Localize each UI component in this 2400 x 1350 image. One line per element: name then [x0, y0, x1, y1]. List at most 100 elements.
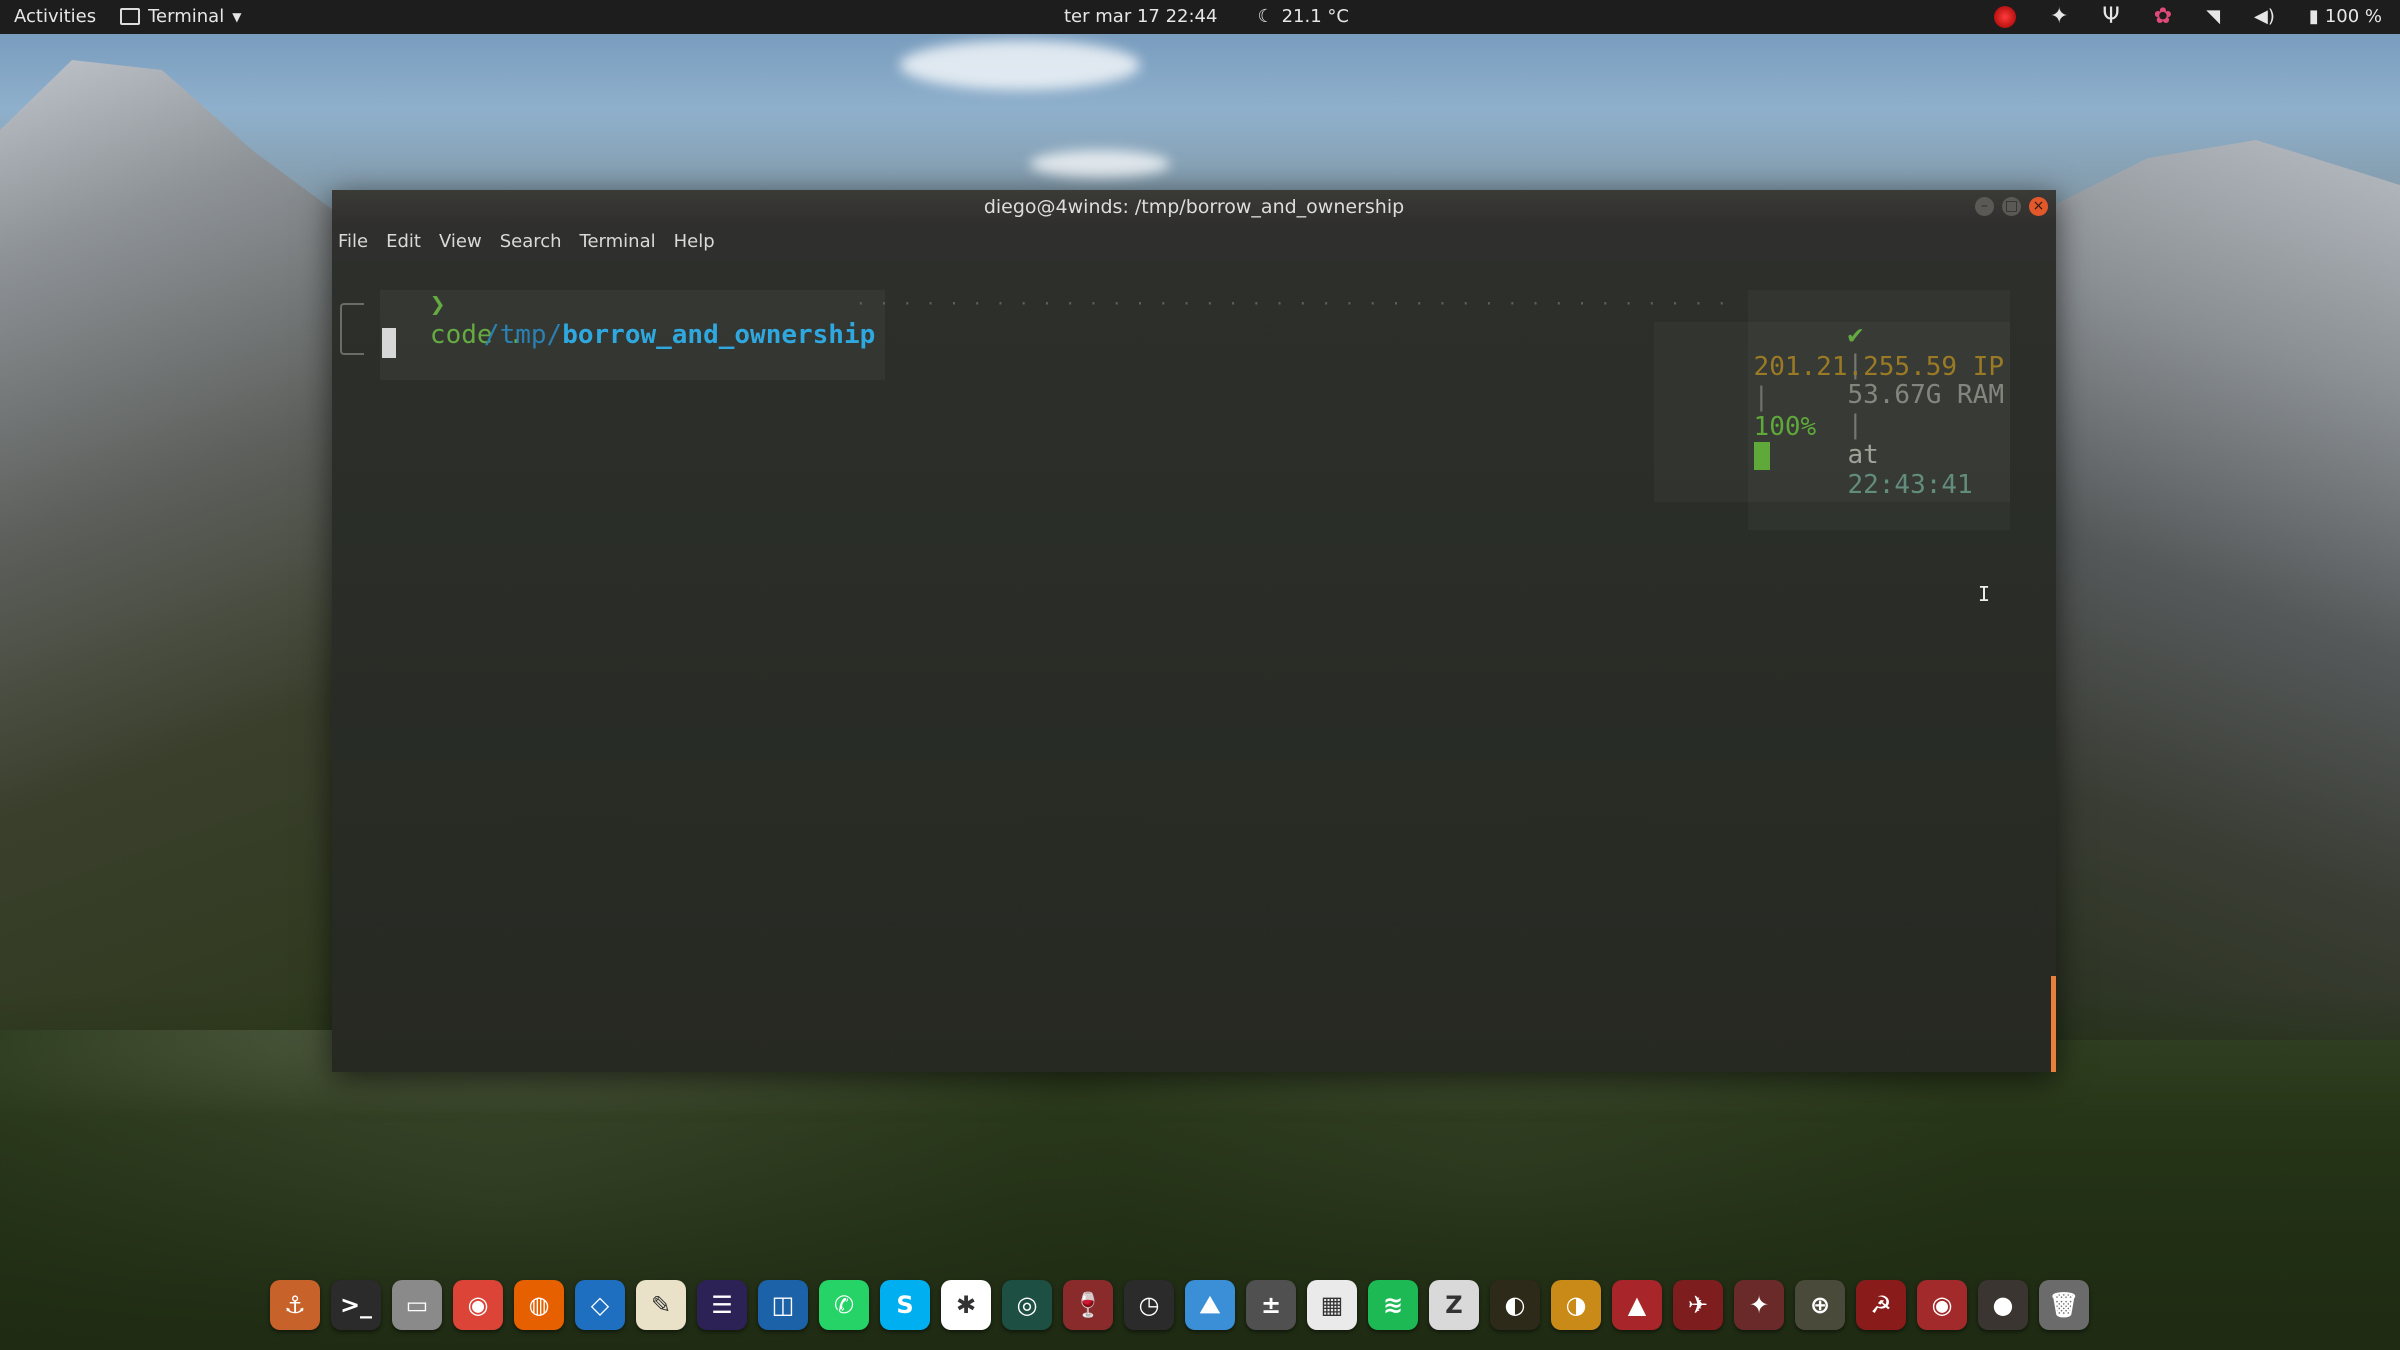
trash-icon[interactable]: 🗑: [2039, 1280, 2089, 1330]
skype-icon[interactable]: S: [880, 1280, 930, 1330]
app-menu-label: Terminal: [148, 6, 225, 27]
dock-glyph: ◷: [1138, 1291, 1160, 1319]
record-icon[interactable]: [1993, 5, 2016, 28]
dock-glyph: 🍷: [1073, 1291, 1103, 1319]
clock-icon[interactable]: ◷: [1124, 1280, 1174, 1330]
dock-glyph: ✎: [650, 1291, 672, 1319]
close-icon[interactable]: ×: [2029, 197, 2048, 216]
clock[interactable]: ter mar 17 22:44: [1064, 6, 1217, 27]
sphere-icon[interactable]: ●: [1978, 1280, 2028, 1330]
dock-glyph: Z: [1445, 1291, 1463, 1319]
globe-icon[interactable]: ◎: [1002, 1280, 1052, 1330]
dock-glyph: ◑: [1565, 1291, 1587, 1319]
battery-label: 100 %: [2324, 6, 2382, 27]
spotify-icon[interactable]: ≋: [1368, 1280, 1418, 1330]
battery-indicator[interactable]: ▮ 100 %: [2309, 6, 2382, 27]
top-bar: Activities Terminal ▼ ter mar 17 22:44 ☾…: [0, 0, 2400, 34]
dock-glyph: ▦: [1320, 1291, 1344, 1319]
dock-glyph: ±: [1260, 1291, 1282, 1319]
dock-glyph: ▭: [405, 1291, 429, 1319]
dropbox-icon[interactable]: ✦: [2050, 4, 2068, 29]
whatsapp-icon[interactable]: ✆: [819, 1280, 869, 1330]
wallpaper-cloud: [1030, 150, 1170, 178]
plane-icon[interactable]: ✈: [1673, 1280, 1723, 1330]
dock-glyph: ≋: [1382, 1291, 1404, 1319]
terminal-window: diego@4winds: /tmp/borrow_and_ownership …: [332, 190, 2056, 1072]
menu-search[interactable]: Search: [500, 224, 562, 260]
wallpaper-cloud: [900, 40, 1140, 90]
volume-icon[interactable]: ◀): [2254, 6, 2275, 27]
dock-glyph: ◉: [1931, 1291, 1953, 1319]
dock-glyph: S: [896, 1291, 914, 1319]
mouse-ibeam-cursor: I: [1978, 582, 1991, 606]
calculator-icon[interactable]: ±: [1246, 1280, 1296, 1330]
prompt-box-bottom: [340, 337, 364, 355]
terminal-small-icon: [120, 8, 141, 25]
dock-glyph: ◉: [467, 1291, 489, 1319]
trident-icon[interactable]: Ψ: [2102, 4, 2119, 29]
menu-terminal[interactable]: Terminal: [580, 224, 656, 260]
dock-glyph: ◍: [528, 1291, 550, 1319]
dragon-icon[interactable]: ◑: [1551, 1280, 1601, 1330]
text-editor-icon[interactable]: ✎: [636, 1280, 686, 1330]
monitor-icon[interactable]: ⛰: [1185, 1280, 1235, 1330]
menu-bar: File Edit View Search Terminal Help: [332, 224, 2056, 260]
slack-icon[interactable]: ✱: [941, 1280, 991, 1330]
dock-glyph: ☭: [1870, 1291, 1892, 1319]
menu-file[interactable]: File: [338, 224, 368, 260]
prompt-dots: · · · · · · · · · · · · · · · · · · · · …: [856, 294, 1729, 313]
dock-glyph: ⚓: [284, 1291, 306, 1319]
game-red-icon[interactable]: ▲: [1612, 1280, 1662, 1330]
eclipse-icon[interactable]: ☰: [697, 1280, 747, 1330]
terminal-area[interactable]: ❯ code . /tmp/borrow_and_ownership · · ·…: [332, 260, 2056, 1072]
dock: ⚓ >_ ▭ ◉ ◍ ◇ ✎ ☰ ◫ ✆ S ✱ ◎ 🍷 ◷ ⛰ ± ▦ ≋ Z ◐ ◑ ▲ ✈ ✦ ⊕ ☭ ◉ ● 🗑: [270, 1272, 2089, 1340]
dock-glyph: ✦: [1748, 1291, 1770, 1319]
window-titlebar[interactable]: diego@4winds: /tmp/borrow_and_ownership …: [332, 190, 2056, 224]
weather-label: 21.1 °C: [1281, 6, 1349, 27]
weather-indicator[interactable]: ☾ 21.1 °C: [1257, 6, 1349, 27]
zsnes-icon[interactable]: Z: [1429, 1280, 1479, 1330]
target-icon[interactable]: ◉: [1917, 1280, 1967, 1330]
window-title: diego@4winds: /tmp/borrow_and_ownership: [983, 196, 1405, 218]
dock-glyph: ⊕: [1809, 1291, 1831, 1319]
menu-edit[interactable]: Edit: [386, 224, 421, 260]
dock-glyph: ●: [1992, 1291, 2014, 1319]
caret-down-icon: ▼: [232, 9, 242, 24]
separator: |: [1753, 382, 1770, 412]
ip-label: 201.21.255.59 IP: [1753, 352, 2004, 382]
battery-icon: ▮: [2308, 6, 2319, 27]
apps-grid-icon[interactable]: ▦: [1307, 1280, 1357, 1330]
wine-icon[interactable]: 🍷: [1063, 1280, 1113, 1330]
chrome-icon[interactable]: ◉: [453, 1280, 503, 1330]
dock-glyph: ◎: [1016, 1291, 1038, 1319]
menu-view[interactable]: View: [439, 224, 482, 260]
app-menu-button[interactable]: Terminal ▼: [120, 6, 241, 27]
mortal-kombat-icon[interactable]: ◐: [1490, 1280, 1540, 1330]
ip-segment: 201.21.255.59 IP | 100%: [1654, 322, 2010, 502]
maximize-icon[interactable]: □: [2002, 197, 2021, 216]
scroll-indicator[interactable]: [2051, 976, 2056, 1072]
anchor-icon[interactable]: ⚓: [270, 1280, 320, 1330]
menu-help[interactable]: Help: [674, 224, 715, 260]
wing-icon[interactable]: ✦: [1734, 1280, 1784, 1330]
path-segment: /tmp/borrow_and_ownership: [380, 290, 886, 380]
crosshair-icon[interactable]: ⊕: [1795, 1280, 1845, 1330]
firefox-icon[interactable]: ◍: [514, 1280, 564, 1330]
activities-button[interactable]: Activities: [14, 6, 96, 27]
settings-tray-icon[interactable]: ✿: [2154, 4, 2172, 29]
terminal-icon[interactable]: >_: [331, 1280, 381, 1330]
virtualbox-icon[interactable]: ◫: [758, 1280, 808, 1330]
minimize-icon[interactable]: –: [1975, 197, 1994, 216]
files-icon[interactable]: ▭: [392, 1280, 442, 1330]
dock-glyph: ⛰: [1199, 1291, 1221, 1319]
battery-bar-icon: [1753, 442, 1770, 470]
moon-icon: ☾: [1257, 6, 1274, 27]
dock-glyph: >_: [339, 1291, 373, 1319]
battery-percent: 100%: [1753, 412, 1817, 442]
wifi-icon[interactable]: ◥: [2206, 6, 2220, 27]
hammer-sickle-icon[interactable]: ☭: [1856, 1280, 1906, 1330]
dock-glyph: ◇: [590, 1291, 610, 1319]
vscode-icon[interactable]: ◇: [575, 1280, 625, 1330]
dock-glyph: ▲: [1627, 1291, 1647, 1319]
dock-glyph: 🗑: [2048, 1291, 2080, 1319]
